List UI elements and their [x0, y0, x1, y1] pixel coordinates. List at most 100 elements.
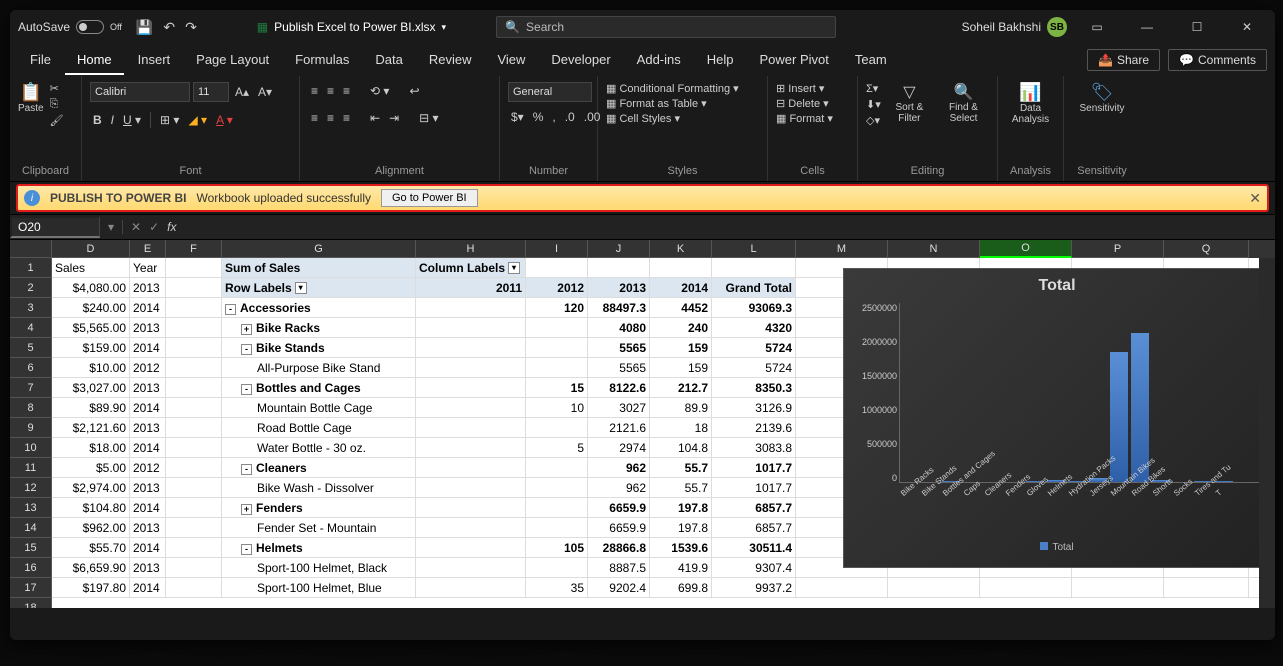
search-input[interactable]: 🔍 Search [496, 16, 836, 38]
cell[interactable] [416, 418, 526, 437]
cell[interactable]: 2014 [130, 438, 166, 457]
cell[interactable] [166, 358, 222, 377]
insert-cells-button[interactable]: ⊞ Insert ▾ [776, 82, 824, 95]
align-top-icon[interactable]: ≡ [308, 82, 321, 100]
cell[interactable]: 197.8 [650, 498, 712, 517]
cell[interactable]: 18 [650, 418, 712, 437]
cell[interactable] [416, 438, 526, 457]
row-header[interactable]: 17 [10, 578, 52, 598]
cell[interactable]: 120 [526, 298, 588, 317]
cell[interactable]: Fender Set - Mountain [222, 518, 416, 537]
column-header[interactable]: H [416, 240, 526, 258]
cell[interactable]: Road Bottle Cage [222, 418, 416, 437]
underline-button[interactable]: U ▾ [120, 111, 144, 129]
cell[interactable]: 699.8 [650, 578, 712, 597]
cell[interactable]: 419.9 [650, 558, 712, 577]
cell[interactable]: $5.00 [52, 458, 130, 477]
cell[interactable]: 962 [588, 458, 650, 477]
cell[interactable]: 55.7 [650, 478, 712, 497]
cell[interactable]: 9937.2 [712, 578, 796, 597]
cell[interactable]: 2014 [130, 498, 166, 517]
dropdown-icon[interactable]: ▾ [108, 220, 114, 234]
cell[interactable] [416, 378, 526, 397]
cell[interactable]: Bike Wash - Dissolver [222, 478, 416, 497]
cell[interactable] [416, 458, 526, 477]
cell[interactable]: 93069.3 [712, 298, 796, 317]
cell[interactable] [166, 378, 222, 397]
row-header[interactable]: 6 [10, 358, 52, 378]
row-header[interactable]: 8 [10, 398, 52, 418]
cell[interactable] [980, 578, 1072, 597]
cell[interactable]: 1017.7 [712, 478, 796, 497]
cell[interactable] [650, 258, 712, 277]
cell[interactable]: 9307.4 [712, 558, 796, 577]
save-icon[interactable]: 💾 [136, 19, 153, 36]
cell[interactable]: Sum of Sales [222, 258, 416, 277]
cell[interactable] [416, 358, 526, 377]
data-analysis-button[interactable]: 📊 Data Analysis [1006, 82, 1055, 125]
cell[interactable]: 2013 [130, 278, 166, 297]
align-middle-icon[interactable]: ≡ [324, 82, 337, 100]
cell[interactable]: 2014 [130, 538, 166, 557]
cell[interactable] [166, 278, 222, 297]
cell[interactable] [526, 518, 588, 537]
ribbon-mode-icon[interactable]: ▭ [1077, 12, 1117, 42]
cell[interactable]: 962 [588, 478, 650, 497]
minimize-icon[interactable]: — [1127, 12, 1167, 42]
cell[interactable]: $962.00 [52, 518, 130, 537]
row-header[interactable]: 2 [10, 278, 52, 298]
column-header[interactable]: J [588, 240, 650, 258]
cell[interactable]: 2014 [130, 578, 166, 597]
column-header[interactable]: P [1072, 240, 1164, 258]
cell[interactable]: 4080 [588, 318, 650, 337]
cell[interactable]: Grand Total [712, 278, 796, 297]
cell[interactable] [526, 498, 588, 517]
cell[interactable]: -Cleaners [222, 458, 416, 477]
cell[interactable]: 5 [526, 438, 588, 457]
increase-decimal-icon[interactable]: .0 [562, 108, 578, 126]
cell[interactable]: Mountain Bottle Cage [222, 398, 416, 417]
cell[interactable] [888, 578, 980, 597]
row-header[interactable]: 4 [10, 318, 52, 338]
percent-icon[interactable]: % [530, 108, 547, 126]
row-header[interactable]: 3 [10, 298, 52, 318]
copy-icon[interactable]: ⎘ [50, 98, 64, 111]
close-notification-icon[interactable]: ✕ [1249, 190, 1261, 207]
tab-developer[interactable]: Developer [539, 46, 622, 75]
row-header[interactable]: 7 [10, 378, 52, 398]
merge-center-icon[interactable]: ⊟ ▾ [416, 109, 441, 127]
cell[interactable]: 4320 [712, 318, 796, 337]
cell[interactable] [526, 418, 588, 437]
currency-icon[interactable]: $▾ [508, 108, 527, 126]
cell[interactable] [166, 538, 222, 557]
cell[interactable]: $6,659.90 [52, 558, 130, 577]
cell[interactable]: 2013 [130, 318, 166, 337]
row-header[interactable]: 1 [10, 258, 52, 278]
find-select-button[interactable]: 🔍 Find & Select [938, 82, 989, 124]
column-header[interactable]: G [222, 240, 416, 258]
cell[interactable]: 1017.7 [712, 458, 796, 477]
name-box[interactable] [10, 216, 100, 238]
cell[interactable] [526, 258, 588, 277]
row-header[interactable]: 5 [10, 338, 52, 358]
cell[interactable]: 5724 [712, 358, 796, 377]
cell[interactable]: 15 [526, 378, 588, 397]
column-header[interactable]: L [712, 240, 796, 258]
cell[interactable] [526, 478, 588, 497]
cell[interactable]: 212.7 [650, 378, 712, 397]
align-right-icon[interactable]: ≡ [340, 109, 353, 127]
close-icon[interactable]: ✕ [1227, 12, 1267, 42]
align-left-icon[interactable]: ≡ [308, 109, 321, 127]
cell[interactable]: 35 [526, 578, 588, 597]
share-button[interactable]: 📤 Share [1087, 49, 1160, 71]
cell[interactable] [166, 478, 222, 497]
cell[interactable]: 2012 [130, 358, 166, 377]
fx-icon[interactable]: fx [167, 220, 176, 234]
tab-review[interactable]: Review [417, 46, 484, 75]
column-header[interactable]: D [52, 240, 130, 258]
cell[interactable]: 197.8 [650, 518, 712, 537]
cell[interactable] [166, 318, 222, 337]
tab-add-ins[interactable]: Add-ins [625, 46, 693, 75]
cell[interactable]: 2011 [416, 278, 526, 297]
cell[interactable]: 3126.9 [712, 398, 796, 417]
